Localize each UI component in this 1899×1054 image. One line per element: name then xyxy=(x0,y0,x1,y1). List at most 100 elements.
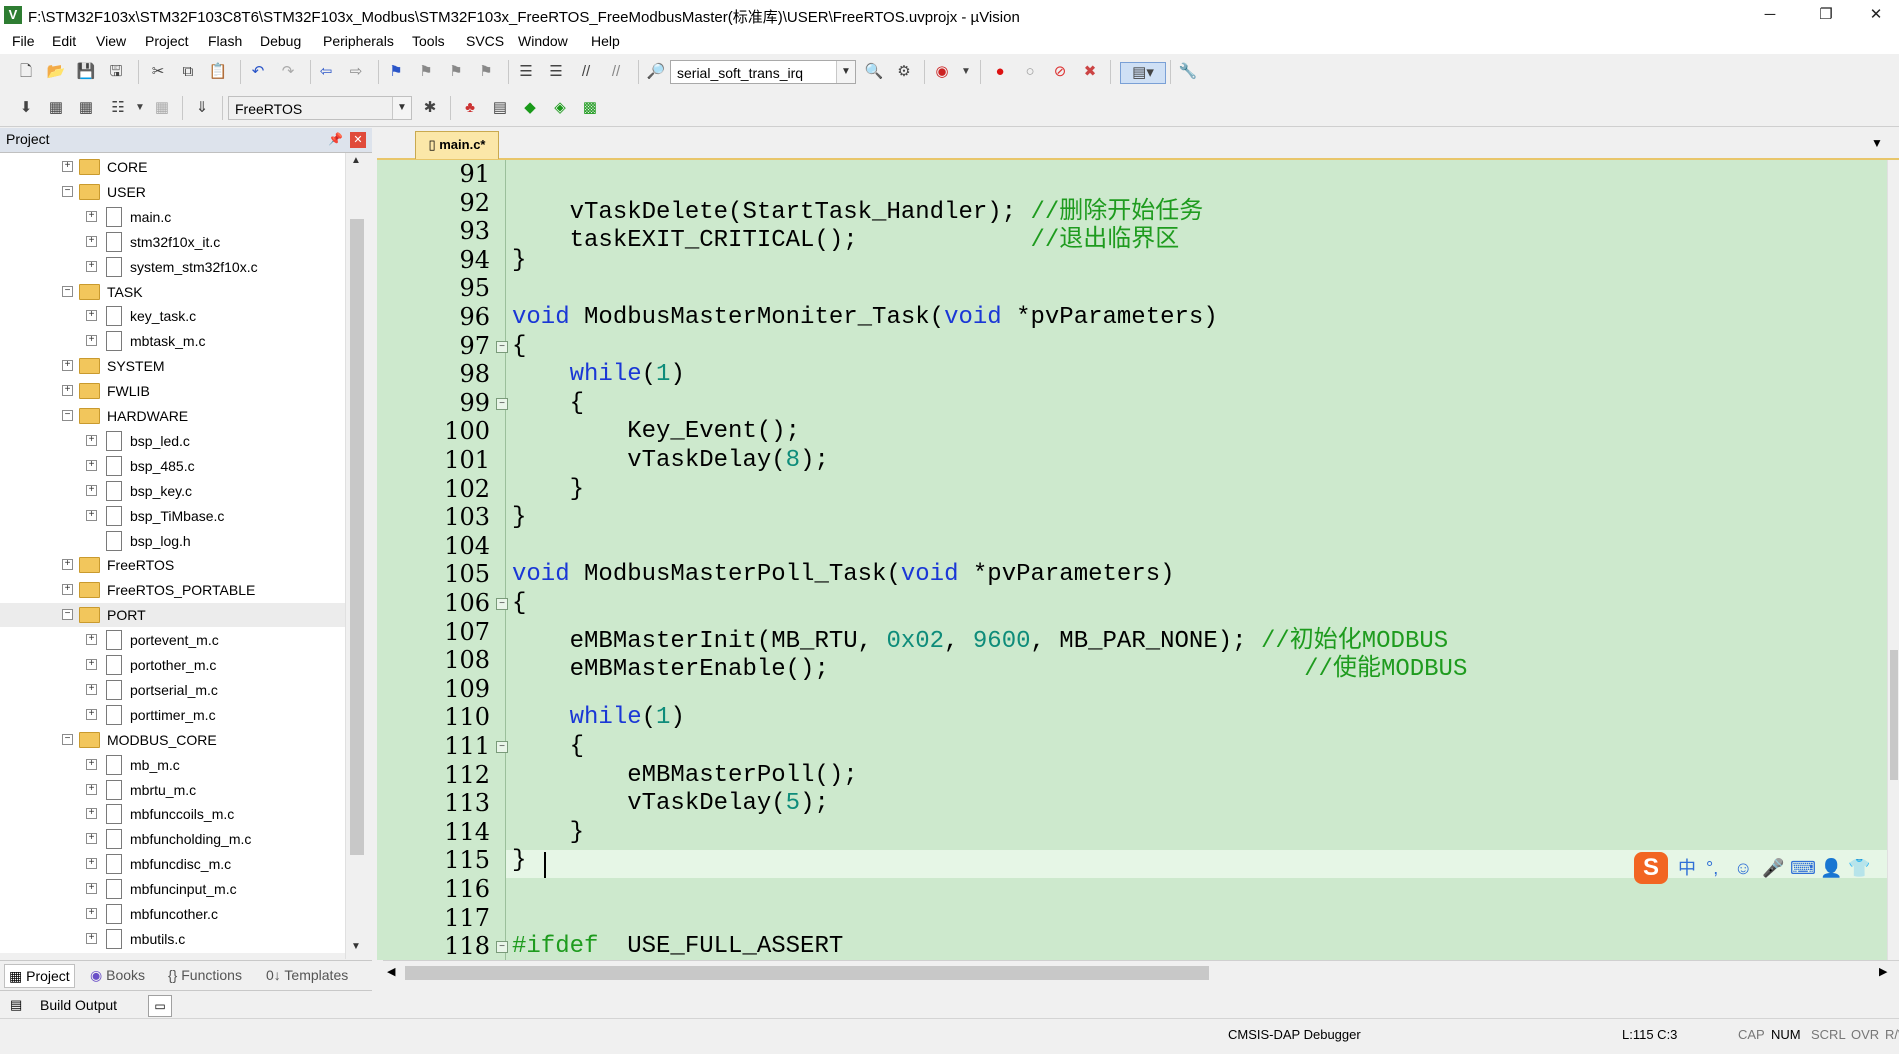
expand-icon[interactable]: + xyxy=(86,684,97,695)
new-file-icon[interactable]: 🗋 xyxy=(16,62,36,82)
menu-help[interactable]: Help xyxy=(591,33,620,49)
cut-icon[interactable]: ✂ xyxy=(148,62,168,82)
tree-file[interactable]: + mbrtu_m.c xyxy=(0,778,345,802)
tab-main-c[interactable]: ▯ main.c* xyxy=(415,131,499,159)
menu-view[interactable]: View xyxy=(96,33,126,49)
collapse-icon[interactable]: − xyxy=(62,186,73,197)
expand-icon[interactable]: + xyxy=(86,759,97,770)
translate-icon[interactable]: ⬇ xyxy=(16,98,36,118)
tree-file[interactable]: + bsp_485.c xyxy=(0,454,345,478)
fold-toggle-icon[interactable]: − xyxy=(496,398,508,410)
scroll-right-icon[interactable]: ▶ xyxy=(1879,965,1887,978)
tree-file[interactable]: + mbutils.c xyxy=(0,927,345,951)
tree-file[interactable]: + mb_m.c xyxy=(0,753,345,777)
expand-icon[interactable]: + xyxy=(86,261,97,272)
prev-bookmark-icon[interactable]: ⚑ xyxy=(416,62,436,82)
tree-file[interactable]: + porttimer_m.c xyxy=(0,703,345,727)
window-layout-icon[interactable]: ▤▾ xyxy=(1120,62,1166,84)
target-options-icon[interactable]: ✱ xyxy=(420,98,440,118)
manage-project-items-icon[interactable]: ♣ xyxy=(460,98,480,118)
stop-build-icon[interactable]: ▦ xyxy=(152,98,172,118)
collapse-icon[interactable]: − xyxy=(62,734,73,745)
minimize-button[interactable]: ─ xyxy=(1747,0,1793,30)
tree-file[interactable]: + portevent_m.c xyxy=(0,628,345,652)
tree-file[interactable]: + mbfuncother.c xyxy=(0,902,345,926)
expand-icon[interactable]: + xyxy=(86,883,97,894)
scroll-left-icon[interactable]: ◀ xyxy=(387,965,395,978)
menu-edit[interactable]: Edit xyxy=(52,33,76,49)
menu-svcs[interactable]: SVCS xyxy=(466,33,504,49)
paste-icon[interactable]: 📋 xyxy=(208,62,228,82)
ime-skin-icon[interactable]: 👕 xyxy=(1848,856,1870,880)
tree-file[interactable]: + stm32f10x_it.c xyxy=(0,230,345,254)
expand-icon[interactable]: + xyxy=(86,335,97,346)
fold-toggle-icon[interactable]: − xyxy=(496,741,508,753)
close-panel-icon[interactable]: ✕ xyxy=(350,132,366,148)
sogou-logo-icon[interactable]: S xyxy=(1634,852,1668,884)
tree-file[interactable]: + main.c xyxy=(0,205,345,229)
chevron-down-icon[interactable]: ▼ xyxy=(956,62,976,82)
expand-icon[interactable]: + xyxy=(62,385,73,396)
expand-icon[interactable]: + xyxy=(86,485,97,496)
tree-file[interactable]: + mbfunccoils_m.c xyxy=(0,802,345,826)
tree-file[interactable]: + mbfuncdisc_m.c xyxy=(0,852,345,876)
expand-icon[interactable]: + xyxy=(86,211,97,222)
build-icon[interactable]: ▦ xyxy=(46,98,66,118)
tree-file[interactable]: + portserial_m.c xyxy=(0,678,345,702)
menu-tools[interactable]: Tools xyxy=(412,33,445,49)
next-bookmark-icon[interactable]: ⚑ xyxy=(446,62,466,82)
tree-file[interactable]: + mbfuncholding_m.c xyxy=(0,827,345,851)
scroll-up-icon[interactable]: ▲ xyxy=(351,155,361,166)
collapse-icon[interactable]: − xyxy=(62,609,73,620)
target-combo[interactable]: FreeRTOS ▼ xyxy=(228,96,412,120)
tree-file[interactable]: + mbtask_m.c xyxy=(0,329,345,353)
save-all-icon[interactable]: 🖫 xyxy=(106,62,126,82)
tab-project[interactable]: ▦ Project xyxy=(4,964,75,988)
download-icon[interactable]: ⇓ xyxy=(192,98,212,118)
navigate-forward-icon[interactable]: ⇨ xyxy=(346,62,366,82)
build-output-label[interactable]: Build Output xyxy=(40,997,117,1013)
tree-folder[interactable]: − TASK xyxy=(0,280,345,304)
fold-toggle-icon[interactable]: − xyxy=(496,598,508,610)
expand-icon[interactable]: + xyxy=(86,808,97,819)
tree-file[interactable]: + bsp_led.c xyxy=(0,429,345,453)
tree-folder[interactable]: − PORT xyxy=(0,603,345,627)
tab-functions[interactable]: {} Functions xyxy=(164,964,246,986)
tree-file[interactable]: + portother_m.c xyxy=(0,653,345,677)
expand-icon[interactable]: + xyxy=(86,435,97,446)
pin-icon[interactable]: 📌 xyxy=(328,132,343,146)
expand-icon[interactable]: + xyxy=(86,310,97,321)
manage-multi-project-icon[interactable]: ▤ xyxy=(490,98,510,118)
close-button[interactable]: ✕ xyxy=(1853,0,1899,30)
bookmark-icon[interactable]: ⚑ xyxy=(386,62,406,82)
tree-file[interactable]: + bsp_TiMbase.c xyxy=(0,504,345,528)
copy-icon[interactable]: ⧉ xyxy=(178,62,198,82)
disable-breakpoint-icon[interactable]: ○ xyxy=(1020,62,1040,82)
scroll-down-icon[interactable]: ▼ xyxy=(351,941,361,952)
debug-session-icon[interactable]: ◉ xyxy=(932,62,952,82)
scrollbar-thumb[interactable] xyxy=(350,219,364,855)
tree-folder[interactable]: + FreeRTOS_PORTABLE xyxy=(0,578,345,602)
collapse-icon[interactable]: − xyxy=(62,410,73,421)
tree-folder[interactable]: + FWLIB xyxy=(0,379,345,403)
expand-icon[interactable]: + xyxy=(86,908,97,919)
incremental-find-icon[interactable]: ⚙ xyxy=(894,62,914,82)
menu-window[interactable]: Window xyxy=(518,33,568,49)
navigate-back-icon[interactable]: ⇦ xyxy=(316,62,336,82)
uncomment-icon[interactable]: // xyxy=(606,62,626,82)
expand-icon[interactable]: + xyxy=(86,784,97,795)
expand-icon[interactable]: + xyxy=(62,161,73,172)
tab-templates[interactable]: 0↓ Templates xyxy=(262,964,352,986)
expand-icon[interactable]: + xyxy=(86,634,97,645)
tree-folder[interactable]: − HARDWARE xyxy=(0,404,345,428)
expand-icon[interactable]: + xyxy=(86,510,97,521)
menu-peripherals[interactable]: Peripherals xyxy=(323,33,394,49)
tree-folder[interactable]: + FreeRTOS xyxy=(0,553,345,577)
tree-file[interactable]: + bsp_key.c xyxy=(0,479,345,503)
expand-icon[interactable]: + xyxy=(86,933,97,944)
tree-folder[interactable]: + SYSTEM xyxy=(0,354,345,378)
scrollbar-thumb[interactable] xyxy=(405,966,1209,980)
ime-user-icon[interactable]: 👤 xyxy=(1820,856,1842,880)
collapse-icon[interactable]: − xyxy=(62,286,73,297)
tree-folder[interactable]: + CORE xyxy=(0,155,345,179)
